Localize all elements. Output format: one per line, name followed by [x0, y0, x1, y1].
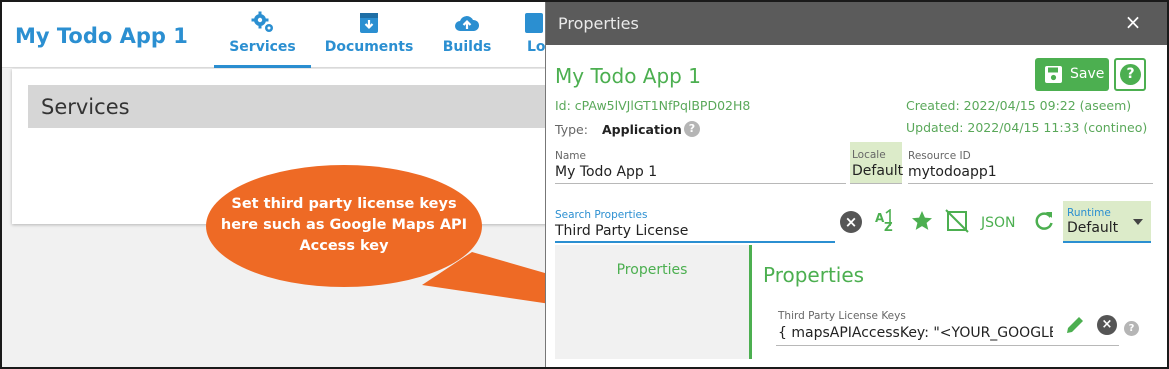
app-title: My Todo App 1 [15, 24, 188, 48]
callout-line: Set third party license keys [231, 196, 457, 212]
created-info: Created: 2022/04/15 09:22 (aseem) [906, 98, 1132, 113]
help-icon: ? [1120, 64, 1141, 85]
callout-line: here such as Google Maps API [220, 217, 468, 233]
refresh-icon[interactable] [1033, 209, 1055, 233]
app-header: My Todo App 1 Services Documents Builds … [2, 2, 547, 68]
updated-info: Updated: 2022/04/15 11:33 (contineo) [906, 120, 1148, 135]
document-download-icon [360, 13, 378, 33]
properties-panel: Properties × My Todo App 1 Save ? Id: cP… [545, 2, 1167, 367]
search-label: Search Properties [555, 209, 648, 221]
name-field[interactable]: Name My Todo App 1 [555, 149, 846, 184]
svg-text:Z: Z [884, 220, 893, 233]
properties-side-nav: Properties [555, 245, 752, 359]
resource-id-value: mytodoapp1 [908, 164, 997, 180]
floppy-disk-icon [1045, 66, 1062, 83]
hide-empty-icon[interactable] [945, 209, 969, 233]
locale-field[interactable]: Locale Default [850, 142, 904, 184]
clear-search-icon[interactable]: × [840, 211, 862, 233]
locale-value: Default [852, 163, 904, 179]
side-nav-item-properties[interactable]: Properties [555, 262, 749, 278]
services-heading-bar: Services [28, 85, 547, 128]
tab-services[interactable]: Services [214, 2, 311, 68]
name-value: My Todo App 1 [555, 164, 658, 180]
name-label: Name [555, 150, 586, 162]
resource-id-field[interactable]: Resource ID mytodoapp1 [908, 149, 1153, 184]
screenshot-frame: My Todo App 1 Services Documents Builds … [0, 0, 1169, 369]
resource-id: Id: cPAw5lVJlGT1NfPqlBPD02H8 [555, 98, 751, 113]
license-value: { mapsAPIAccessKey: "<YOUR_GOOGLE [778, 325, 1053, 341]
type-label: Type: [555, 122, 588, 137]
type-value: Application [602, 122, 682, 137]
panel-header: Properties × [546, 2, 1167, 45]
locale-label: Locale [852, 149, 886, 161]
search-value: Third Party License [555, 223, 689, 239]
tab-documents[interactable]: Documents [322, 2, 416, 68]
search-properties-input[interactable]: Search Properties Third Party License [555, 208, 835, 243]
close-icon[interactable]: × [1122, 11, 1144, 33]
sort-az-icon[interactable]: A Z [874, 209, 900, 233]
cloud-upload-icon [455, 16, 480, 31]
help-icon[interactable]: ? [684, 121, 700, 137]
help-button[interactable]: ? [1114, 58, 1146, 91]
runtime-value: Default [1067, 220, 1119, 236]
tab-label: Lo [527, 39, 546, 55]
section-title: Properties [763, 263, 865, 287]
panel-title: Properties [558, 14, 639, 33]
json-toggle[interactable]: JSON [981, 215, 1016, 231]
resource-id-label: Resource ID [908, 150, 971, 162]
callout-line: Access key [299, 238, 389, 254]
tab-builds[interactable]: Builds [432, 2, 502, 68]
tab-label: Services [229, 39, 296, 55]
tab-label: Documents [324, 39, 414, 55]
file-icon [525, 13, 543, 33]
tab-logs-partial[interactable]: Lo [520, 2, 547, 68]
save-button[interactable]: Save [1035, 58, 1109, 91]
services-heading: Services [41, 95, 130, 119]
resource-name: My Todo App 1 [555, 64, 701, 88]
help-icon[interactable]: ? [1124, 321, 1139, 336]
runtime-select[interactable]: Runtime Default [1063, 201, 1151, 243]
runtime-label: Runtime [1067, 207, 1111, 219]
clear-value-icon[interactable]: × [1097, 315, 1117, 335]
save-label: Save [1070, 66, 1105, 82]
pencil-icon[interactable] [1064, 314, 1086, 336]
star-icon[interactable] [910, 209, 934, 233]
tab-label: Builds [442, 39, 492, 55]
callout-text: Set third party license keys here such a… [216, 194, 472, 257]
license-label: Third Party License Keys [778, 310, 906, 322]
gears-icon [251, 11, 273, 32]
chevron-down-icon [1133, 219, 1143, 225]
